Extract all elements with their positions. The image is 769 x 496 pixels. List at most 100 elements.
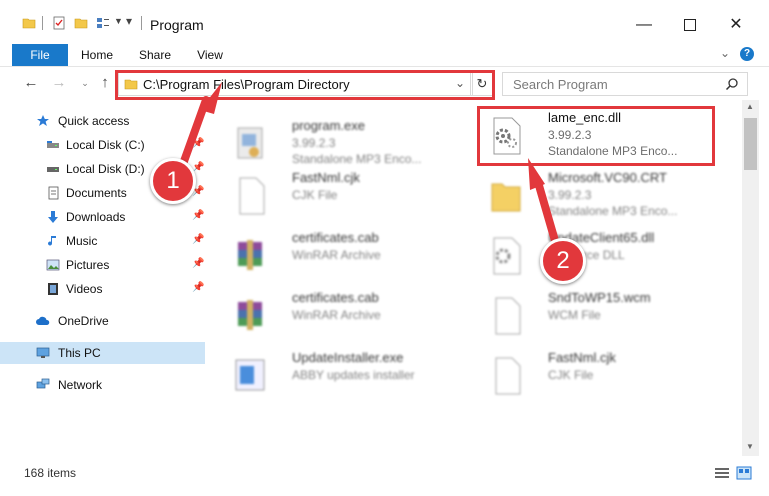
- documents-icon: [48, 186, 59, 200]
- file-item[interactable]: certificates.cab WinRAR Archive: [224, 230, 464, 286]
- sidebar-item-label: Videos: [66, 282, 103, 296]
- file-name: UpdateInstaller.exe: [292, 350, 404, 365]
- sidebar-item-label: Quick access: [58, 114, 130, 128]
- maximize-button[interactable]: [670, 10, 710, 40]
- search-box[interactable]: [502, 72, 748, 96]
- properties-icon[interactable]: [52, 16, 66, 30]
- sidebar-item-label: Downloads: [66, 210, 126, 224]
- file-item[interactable]: SndToWP15.wcm WCM File: [480, 290, 720, 346]
- sidebar-item-onedrive[interactable]: OneDrive: [0, 310, 205, 332]
- file-description: Standalone MP3 Enco...: [292, 152, 422, 166]
- file-item[interactable]: UpdateInstaller.exe ABBY updates install…: [224, 350, 464, 406]
- file-type: CJK File: [292, 188, 338, 202]
- tab-view[interactable]: View: [190, 44, 230, 66]
- file-item[interactable]: FastNml.cjk CJK File: [224, 170, 464, 226]
- large-icons-view-icon[interactable]: [736, 466, 752, 480]
- sidebar-item-label: Network: [58, 378, 103, 392]
- file-type: CJK File: [548, 368, 594, 382]
- file-icon: [495, 297, 521, 335]
- file-icon: [239, 177, 265, 215]
- file-item[interactable]: certificates.cab WinRAR Archive: [224, 290, 464, 346]
- sidebar-item-downloads[interactable]: Downloads 📌: [0, 206, 205, 228]
- pin-icon[interactable]: 📌: [192, 282, 204, 293]
- forward-button[interactable]: →: [50, 73, 68, 93]
- navigation-pane: Quick access Local Disk (C:) 📌 Local Dis…: [0, 100, 207, 456]
- minimize-button[interactable]: —: [624, 10, 664, 40]
- winrar-icon: [238, 300, 262, 330]
- download-icon: [48, 211, 58, 223]
- sidebar-item-local-disk-c[interactable]: Local Disk (C:) 📌: [0, 134, 205, 156]
- folder-icon: [491, 183, 521, 212]
- tab-file[interactable]: File: [12, 44, 68, 66]
- maximize-icon: [684, 18, 696, 31]
- file-item[interactable]: Microsoft.VC90.CRT 3.99.2.3 Standalone M…: [480, 170, 720, 226]
- scrollbar-thumb[interactable]: [744, 118, 757, 170]
- title-bar: ▼ ▾ Program — ✕: [0, 0, 769, 44]
- new-folder-icon[interactable]: [74, 16, 88, 30]
- exe-icon: [237, 127, 263, 159]
- drive-icon: [47, 167, 59, 172]
- help-icon[interactable]: ?: [740, 47, 754, 61]
- music-icon: [48, 236, 56, 246]
- item-count: 168 items: [24, 466, 77, 480]
- vertical-scrollbar[interactable]: ▲ ▼: [742, 100, 759, 456]
- ribbon-tabs: File Home Share View ⌄ ?: [0, 44, 769, 67]
- up-button[interactable]: ↑: [96, 73, 114, 93]
- winrar-icon: [238, 240, 262, 270]
- expand-ribbon-icon[interactable]: ⌄: [720, 46, 730, 60]
- tab-home[interactable]: Home: [76, 44, 118, 66]
- file-type: WinRAR Archive: [292, 248, 381, 262]
- sidebar-item-label: Local Disk (C:): [66, 138, 145, 152]
- folder-icon: [22, 18, 36, 29]
- file-item[interactable]: UpdateClient65.dll Resource DLL: [480, 230, 720, 286]
- sidebar-item-quick-access[interactable]: Quick access: [0, 110, 205, 132]
- back-button[interactable]: ←: [22, 73, 40, 93]
- sidebar-item-label: OneDrive: [58, 314, 109, 328]
- file-highlight-box: [477, 106, 715, 166]
- scroll-down-icon[interactable]: ▼: [746, 442, 754, 451]
- file-type: ABBY updates installer: [292, 368, 415, 382]
- file-item[interactable]: program.exe 3.99.2.3 Standalone MP3 Enco…: [224, 118, 464, 174]
- file-name: FastNml.cjk: [548, 350, 616, 365]
- sidebar-item-this-pc[interactable]: This PC: [0, 342, 205, 364]
- file-name: certificates.cab: [292, 290, 379, 305]
- sidebar-item-music[interactable]: Music 📌: [0, 230, 205, 252]
- sidebar-item-network[interactable]: Network: [0, 374, 205, 396]
- customize-toolbar-icon[interactable]: ▾: [126, 14, 132, 28]
- sidebar-item-pictures[interactable]: Pictures 📌: [0, 254, 205, 276]
- file-name: SndToWP15.wcm: [548, 290, 651, 305]
- file-item[interactable]: FastNml.cjk CJK File: [480, 350, 720, 406]
- dll-gear-icon: [493, 237, 521, 275]
- pin-icon[interactable]: 📌: [192, 210, 204, 221]
- search-input[interactable]: [511, 76, 715, 93]
- file-icon: [495, 357, 521, 395]
- sidebar-item-label: This PC: [58, 346, 101, 360]
- sidebar-item-label: Documents: [66, 186, 127, 200]
- pictures-icon: [46, 259, 60, 271]
- sidebar-item-label: Local Disk (D:): [66, 162, 145, 176]
- star-icon: [37, 115, 49, 126]
- pin-icon[interactable]: 📌: [192, 258, 204, 269]
- close-button[interactable]: ✕: [716, 10, 756, 40]
- cloud-icon: [36, 316, 50, 325]
- tab-share[interactable]: Share: [134, 44, 176, 66]
- scroll-up-icon[interactable]: ▲: [746, 102, 754, 111]
- status-bar: 168 items: [0, 456, 769, 496]
- chevron-down-icon[interactable]: ▼: [114, 16, 123, 26]
- separator: [141, 16, 142, 30]
- file-name: program.exe: [292, 118, 365, 133]
- pin-icon[interactable]: 📌: [192, 234, 204, 245]
- file-version: 3.99.2.3: [292, 136, 336, 150]
- search-icon[interactable]: [725, 77, 739, 91]
- drive-icon: [47, 141, 59, 148]
- video-icon: [48, 283, 58, 295]
- sidebar-item-videos[interactable]: Videos 📌: [0, 278, 205, 300]
- file-name: certificates.cab: [292, 230, 379, 245]
- pin-icon[interactable]: 📌: [192, 138, 204, 149]
- view-options-icon[interactable]: [96, 16, 110, 30]
- computer-icon: [36, 347, 50, 358]
- arrow-up-icon: ↑: [101, 74, 109, 91]
- recent-locations-button[interactable]: ⌄: [76, 73, 94, 93]
- chevron-down-icon: ⌄: [81, 78, 89, 88]
- details-view-icon[interactable]: [714, 466, 730, 480]
